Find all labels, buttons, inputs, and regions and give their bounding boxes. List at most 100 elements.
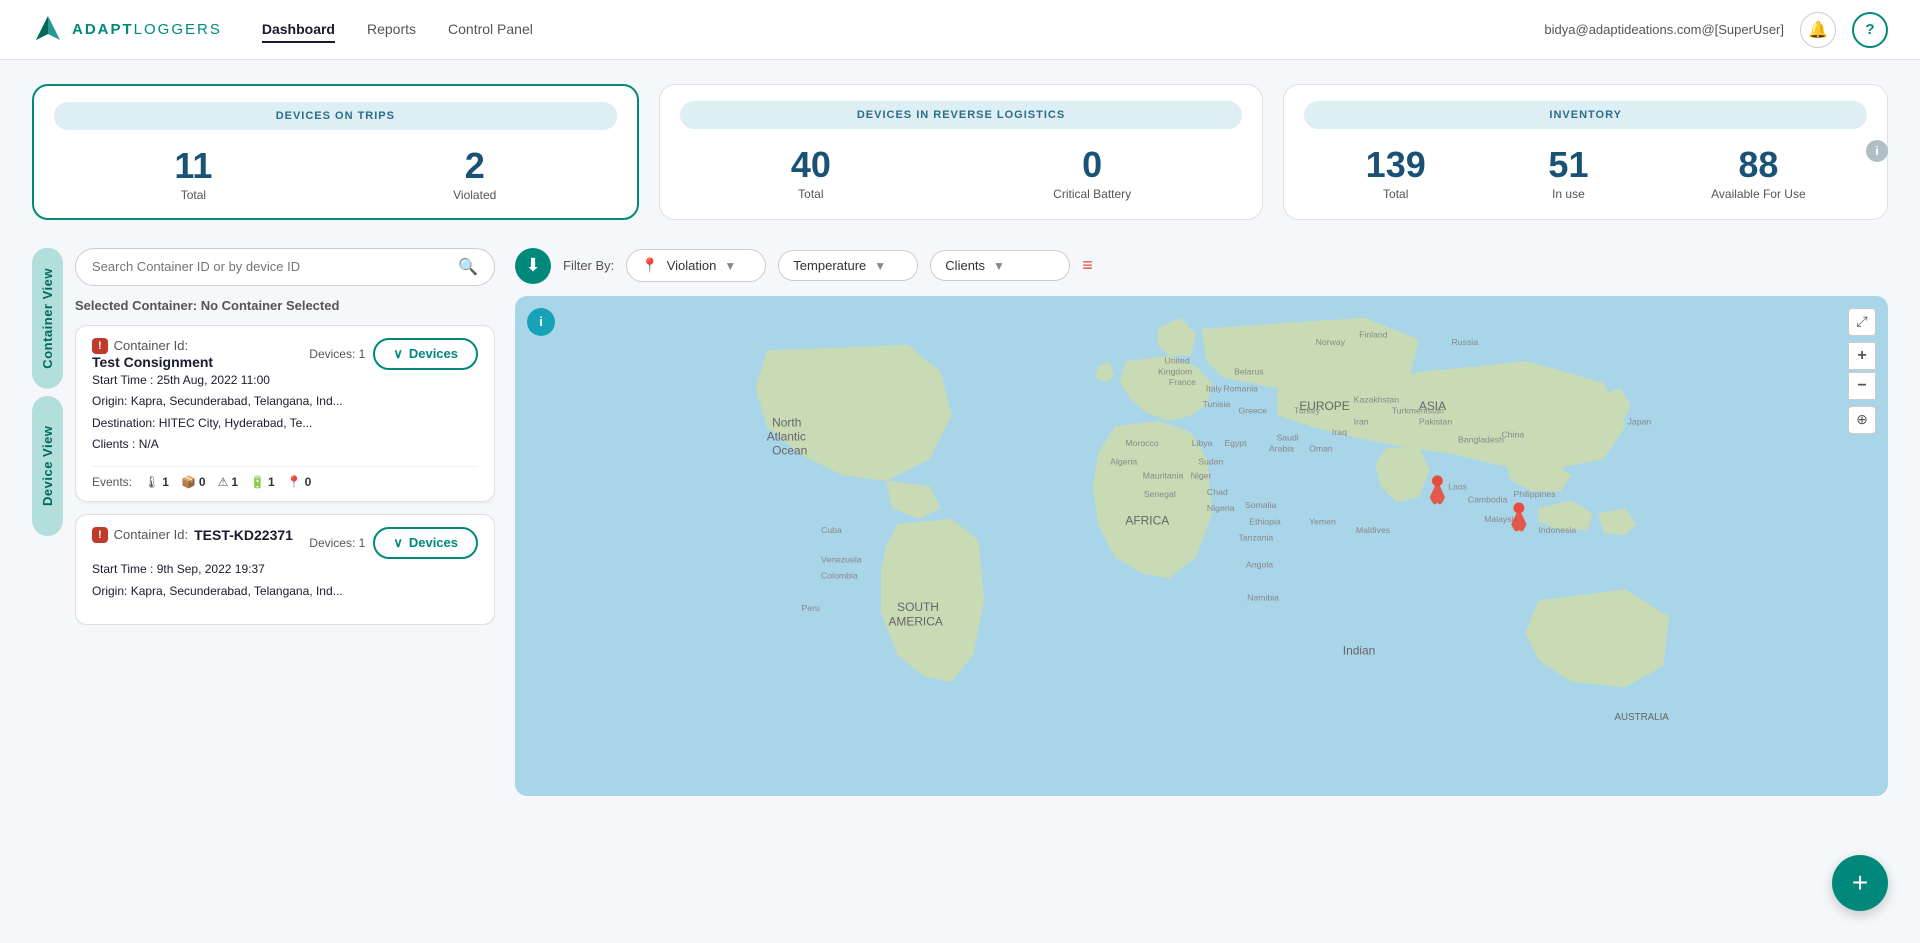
svg-text:AFRICA: AFRICA — [1125, 513, 1169, 527]
side-tabs: Container View Device View — [32, 248, 63, 796]
map-reset-button[interactable]: ⊕ — [1848, 406, 1876, 434]
logo-icon — [32, 14, 64, 46]
svg-text:Egypt: Egypt — [1224, 438, 1247, 448]
stat-number-violated: 2 — [453, 146, 496, 186]
filter-clients-dropdown[interactable]: Clients ▼ — [930, 250, 1070, 281]
stat-number-total-trips: 11 — [174, 146, 212, 186]
map-container[interactable]: EUROPE ASIA North Atlantic Ocean SOUTH A… — [515, 296, 1888, 796]
devices-count-0: Devices: 1 — [309, 347, 365, 361]
page-info-icon[interactable]: i — [1866, 140, 1888, 162]
stat-number-available: 88 — [1711, 145, 1806, 185]
stat-label-in-use: In use — [1548, 187, 1588, 201]
chevron-down-icon-0: ∨ — [393, 346, 403, 362]
nav-reports[interactable]: Reports — [367, 17, 416, 43]
info-circle-icon: i — [539, 314, 543, 329]
stat-available: 88 Available For Use — [1711, 145, 1806, 201]
pin-icon: 📍 — [641, 257, 658, 274]
svg-text:Saudi: Saudi — [1277, 432, 1299, 442]
map-info-button[interactable]: i — [527, 308, 555, 336]
svg-text:Pakistan: Pakistan — [1419, 416, 1452, 426]
stat-card-devices-on-trips: DEVICES ON TRIPS 11 Total 2 Violated — [32, 84, 639, 220]
devices-button-0[interactable]: ∨ Devices — [373, 338, 478, 370]
devices-count-1: Devices: 1 — [309, 536, 365, 550]
chevron-down-icon-violation: ▼ — [724, 259, 736, 273]
stat-values-2: 40 Total 0 Critical Battery — [680, 145, 1243, 201]
svg-text:France: France — [1169, 377, 1196, 387]
stat-number-critical-battery: 0 — [1053, 145, 1131, 185]
search-input[interactable] — [92, 259, 450, 274]
plus-icon: + — [1857, 347, 1866, 365]
map-zoom-out-button[interactable]: − — [1848, 372, 1876, 400]
filter-label: Filter By: — [563, 258, 614, 273]
stat-label-total-trips: Total — [174, 188, 212, 202]
svg-text:Chad: Chad — [1207, 487, 1228, 497]
stat-total-reverse: 40 Total — [791, 145, 831, 201]
filter-violation-label: Violation — [667, 258, 717, 273]
help-button[interactable]: ? — [1852, 12, 1888, 48]
svg-text:Maldives: Maldives — [1356, 525, 1391, 535]
svg-text:Kazakhstan: Kazakhstan — [1354, 394, 1400, 404]
svg-text:Somalia: Somalia — [1245, 500, 1277, 510]
stat-total-trips: 11 Total — [174, 146, 212, 202]
user-email: bidya@adaptideations.com@[SuperUser] — [1544, 22, 1784, 37]
nav-control-panel[interactable]: Control Panel — [448, 17, 533, 43]
filter-violation-dropdown[interactable]: 📍 Violation ▼ — [626, 249, 766, 282]
map-expand-button[interactable]: ⤢ — [1848, 308, 1876, 336]
svg-text:Cambodia: Cambodia — [1468, 494, 1508, 504]
logo: ADAPTLOGGERS — [32, 14, 222, 46]
svg-text:North: North — [772, 415, 801, 429]
tab-container-view[interactable]: Container View — [32, 248, 63, 389]
container-details-1: Start Time : 9th Sep, 2022 19:37 Origin:… — [92, 559, 478, 602]
svg-text:Bangladesh: Bangladesh — [1458, 434, 1504, 444]
filter-lines-icon[interactable]: ≡ — [1082, 255, 1093, 276]
stat-values-3: 139 Total 51 In use 88 Available For Use — [1304, 145, 1867, 201]
svg-text:Libya: Libya — [1192, 438, 1213, 448]
event-package-0: 📦0 — [181, 475, 206, 489]
svg-text:Ocean: Ocean — [772, 443, 807, 457]
reset-icon: ⊕ — [1856, 411, 1868, 428]
filter-temperature-dropdown[interactable]: Temperature ▼ — [778, 250, 918, 281]
fab-add-button[interactable]: + — [1832, 855, 1888, 911]
container-card-1: ! Container Id: TEST-KD22371 Devices: 1 … — [75, 514, 495, 625]
map-controls-bar: ⬇ Filter By: 📍 Violation ▼ Temperature ▼… — [515, 248, 1888, 284]
tab-device-view[interactable]: Device View — [32, 396, 63, 536]
svg-text:AUSTRALIA: AUSTRALIA — [1615, 712, 1670, 723]
event-battery-0: 🔋1 — [250, 475, 275, 489]
left-panel: 🔍 Selected Container: No Container Selec… — [75, 248, 495, 796]
filter-clients-label: Clients — [945, 258, 985, 273]
svg-text:Namibia: Namibia — [1247, 592, 1279, 602]
filter-temperature-label: Temperature — [793, 258, 866, 273]
stat-values-1: 11 Total 2 Violated — [54, 146, 617, 202]
svg-text:Algeria: Algeria — [1110, 456, 1137, 466]
stat-label-critical-battery: Critical Battery — [1053, 187, 1131, 201]
svg-text:Japan: Japan — [1628, 416, 1652, 426]
svg-text:Kingdom: Kingdom — [1158, 366, 1192, 376]
download-button[interactable]: ⬇ — [515, 248, 551, 284]
stat-number-total-reverse: 40 — [791, 145, 831, 185]
stat-card-reverse-logistics: DEVICES IN REVERSE LOGISTICS 40 Total 0 … — [659, 84, 1264, 220]
devices-button-1[interactable]: ∨ Devices — [373, 527, 478, 559]
svg-text:Indonesia: Indonesia — [1538, 525, 1576, 535]
minus-icon: − — [1857, 377, 1866, 395]
stat-critical-battery: 0 Critical Battery — [1053, 145, 1131, 201]
question-icon: ? — [1865, 21, 1874, 38]
plus-icon-fab: + — [1852, 867, 1868, 899]
svg-text:Philippines: Philippines — [1513, 489, 1556, 499]
header-right: bidya@adaptideations.com@[SuperUser] 🔔 ? — [1544, 12, 1888, 48]
nav-dashboard[interactable]: Dashboard — [262, 17, 335, 43]
notification-bell-button[interactable]: 🔔 — [1800, 12, 1836, 48]
search-bar: 🔍 — [75, 248, 495, 286]
svg-text:Italy: Italy — [1206, 383, 1223, 393]
map-zoom-in-button[interactable]: + — [1848, 342, 1876, 370]
search-icon[interactable]: 🔍 — [458, 257, 478, 277]
package-icon: 📦 — [181, 475, 196, 489]
svg-text:Belarus: Belarus — [1234, 366, 1264, 376]
container-details-0: Start Time : 25th Aug, 2022 11:00 Origin… — [92, 370, 478, 456]
svg-text:Mauritania: Mauritania — [1143, 470, 1184, 480]
container-id-label-1: Container Id: — [114, 527, 188, 542]
map-zoom-controls: ⤢ + − ⊕ — [1848, 308, 1876, 434]
svg-text:China: China — [1502, 429, 1525, 439]
stat-card-title-2: DEVICES IN REVERSE LOGISTICS — [680, 101, 1243, 129]
logo-text: ADAPTLOGGERS — [72, 21, 222, 38]
svg-text:AMERICA: AMERICA — [888, 614, 942, 628]
